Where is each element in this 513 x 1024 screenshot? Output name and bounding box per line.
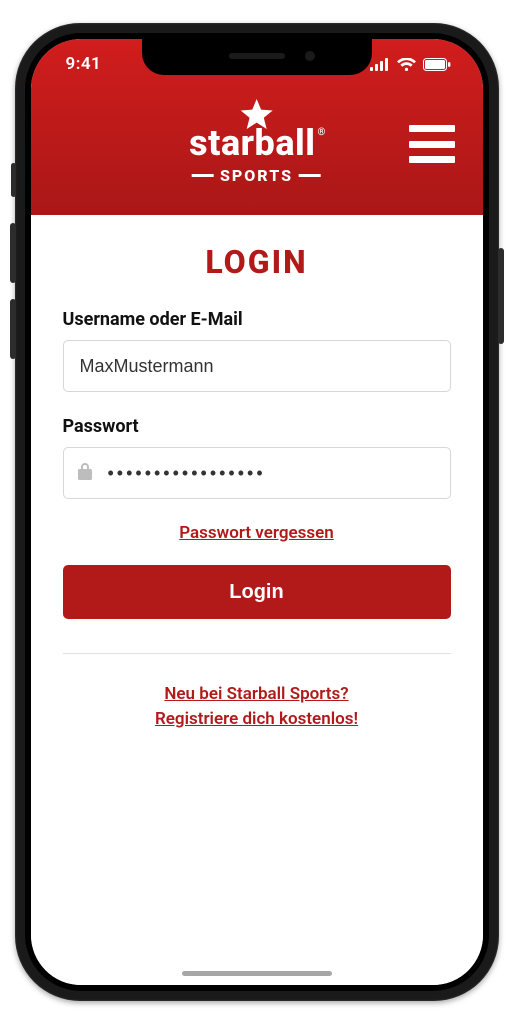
wifi-icon [397,58,416,71]
login-button[interactable]: Login [63,565,451,619]
password-input[interactable] [63,447,451,499]
forgot-password-link[interactable]: Passwort vergessen [179,523,334,543]
status-time: 9:41 [59,54,102,74]
login-panel: LOGIN Username oder E-Mail Passwort Pass… [31,215,483,985]
divider [63,653,451,654]
username-input[interactable] [63,340,451,392]
page-title: LOGIN [63,243,451,281]
battery-icon [423,58,451,71]
dash-icon [192,174,214,177]
password-label: Passwort [63,416,451,437]
brand-logo: starball® SPORTS [189,99,324,185]
status-bar: 9:41 [31,39,483,89]
register-line1: Neu bei Starball Sports? [164,684,348,704]
registered-mark: ® [317,127,325,138]
lock-icon [77,462,93,484]
brand-sub: SPORTS [220,166,293,185]
register-line2: Registriere dich kostenlos! [155,709,358,729]
menu-button[interactable] [409,125,455,163]
cellular-icon [370,58,390,71]
register-link[interactable]: Neu bei Starball Sports? Registriere dic… [155,682,358,731]
username-label: Username oder E-Mail [63,309,451,330]
brand-name: starball [189,122,315,164]
dash-icon [299,174,321,177]
app-header: 9:41 [31,39,483,215]
home-indicator[interactable] [182,971,332,976]
